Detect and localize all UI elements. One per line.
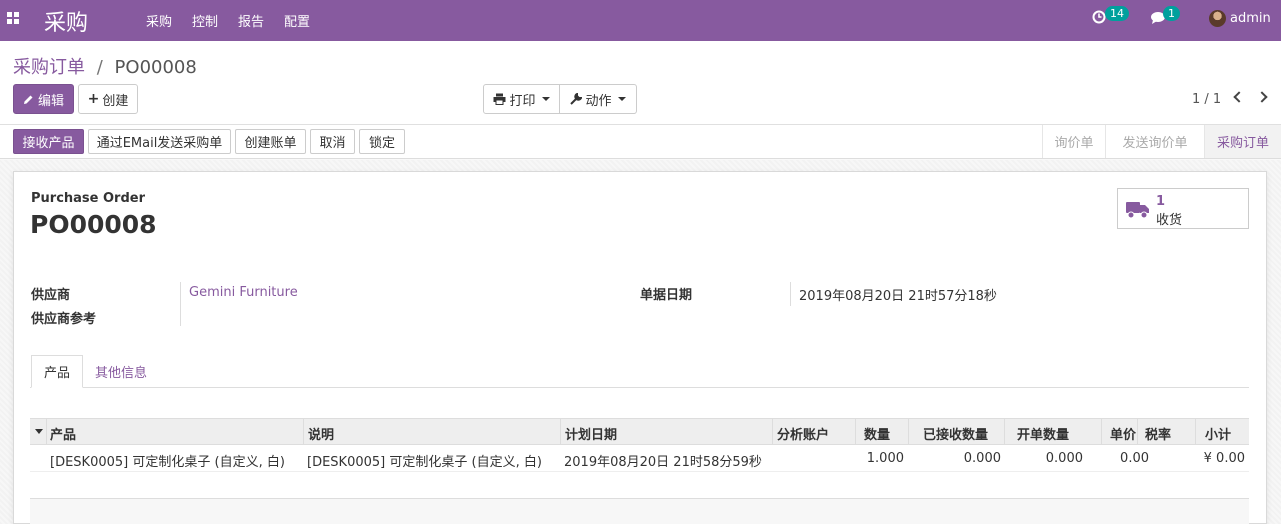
apps-grid-icon[interactable]: [7, 12, 20, 25]
tab-products[interactable]: 产品: [31, 355, 83, 388]
chevron-down-icon: [541, 97, 550, 101]
status-bar: 接收产品 通过EMail发送采购单 创建账单 取消 锁定 询价单 发送询价单 采…: [0, 125, 1281, 159]
chevron-left-icon[interactable]: [1233, 91, 1245, 103]
breadcrumb-parent[interactable]: 采购订单: [13, 57, 85, 78]
field-divider: [790, 282, 791, 306]
create-bill-button[interactable]: 创建账单: [235, 129, 306, 154]
print-dropdown[interactable]: 打印: [483, 84, 560, 114]
breadcrumb: 采购订单 / PO00008: [13, 53, 197, 79]
col-planned-date[interactable]: 计划日期: [565, 424, 617, 443]
vendor-value[interactable]: Gemini Furniture: [189, 285, 298, 300]
pager-value[interactable]: 1 / 1: [1192, 92, 1221, 107]
edit-label: 编辑: [37, 93, 64, 109]
field-divider: [180, 282, 181, 326]
table-header: 产品 说明 计划日期 分析账户 数量 已接收数量 开单数量 单价 税率 小计: [30, 418, 1249, 445]
stage-rfq-sent[interactable]: 发送询价单: [1106, 125, 1204, 158]
send-po-email-button[interactable]: 通过EMail发送采购单: [88, 129, 231, 154]
document-name: PO00008: [30, 210, 157, 239]
pencil-icon: [23, 95, 33, 104]
edit-button[interactable]: 编辑: [13, 84, 74, 114]
activity-badge: 14: [1105, 6, 1129, 21]
cell-quantity: 1.000: [866, 451, 904, 466]
tab-other-info[interactable]: 其他信息: [86, 355, 156, 388]
printer-icon: [493, 93, 506, 105]
column-divider: [1004, 419, 1005, 445]
messages-badge: 1: [1163, 6, 1180, 21]
sort-caret-icon[interactable]: [35, 429, 43, 434]
form-sheet: Purchase Order PO00008 1 收货 供应商 Gemini F…: [13, 171, 1267, 524]
truck-icon: [1126, 202, 1149, 219]
cell-planned-date: 2019年08月20日 21时58分59秒: [564, 455, 762, 470]
control-panel: 采购订单 / PO00008 编辑 + 创建 打印 动作 1 / 1: [0, 41, 1281, 125]
receipts-label: 收货: [1156, 213, 1183, 228]
vendor-label: 供应商: [31, 288, 71, 303]
lock-button[interactable]: 锁定: [359, 129, 405, 154]
table-footer: [30, 499, 1249, 524]
wrench-icon: [570, 93, 583, 105]
tabs-border: [30, 387, 1249, 388]
col-analytic-account[interactable]: 分析账户: [777, 424, 829, 443]
col-quantity[interactable]: 数量: [864, 424, 890, 443]
document-type: Purchase Order: [31, 191, 146, 206]
create-label: 创建: [102, 93, 129, 109]
col-taxes[interactable]: 税率: [1145, 424, 1171, 443]
action-dropdown[interactable]: 动作: [559, 84, 637, 114]
column-divider: [908, 419, 909, 445]
cell-billed-qty: 0.000: [1045, 451, 1083, 466]
column-divider: [46, 419, 47, 445]
column-divider: [1195, 419, 1196, 445]
menu-reporting[interactable]: 报告: [238, 11, 264, 30]
menu-purchase[interactable]: 采购: [146, 11, 172, 30]
clock-icon: [1092, 10, 1106, 24]
breadcrumb-separator: /: [96, 57, 103, 78]
col-description[interactable]: 说明: [308, 424, 334, 443]
cell-received-qty: 0.000: [963, 451, 1001, 466]
col-received-qty[interactable]: 已接收数量: [923, 424, 988, 443]
column-divider: [1101, 419, 1102, 445]
cell-subtotal: ¥ 0.00: [1203, 451, 1245, 466]
plus-icon: +: [87, 91, 100, 107]
receive-products-button[interactable]: 接收产品: [13, 129, 84, 154]
column-divider: [303, 419, 304, 445]
stage-purchase-order[interactable]: 采购订单: [1205, 125, 1281, 158]
cancel-button[interactable]: 取消: [310, 129, 355, 154]
user-name[interactable]: admin: [1230, 11, 1271, 26]
column-divider: [560, 419, 561, 445]
activity-button[interactable]: [1092, 10, 1106, 28]
receipts-smart-button[interactable]: 1 收货: [1117, 188, 1249, 229]
action-label: 动作: [585, 93, 612, 109]
col-product[interactable]: 产品: [50, 424, 76, 443]
column-divider: [855, 419, 856, 445]
column-divider: [772, 419, 773, 445]
cell-product: [DESK0005] 可定制化桌子 (自定义, 白): [50, 455, 285, 470]
vendor-reference-label: 供应商参考: [31, 312, 97, 327]
col-unit-price[interactable]: 单价: [1110, 424, 1136, 443]
column-divider: [1137, 419, 1138, 445]
menu-control[interactable]: 控制: [192, 11, 218, 30]
menu-configuration[interactable]: 配置: [284, 11, 310, 30]
col-subtotal[interactable]: 小计: [1205, 424, 1231, 443]
table-row[interactable]: [DESK0005] 可定制化桌子 (自定义, 白) [DESK0005] 可定…: [30, 445, 1249, 472]
receipts-count: 1: [1156, 194, 1166, 209]
create-button[interactable]: + 创建: [78, 84, 138, 114]
print-label: 打印: [509, 93, 536, 109]
stage-rfq[interactable]: 询价单: [1043, 125, 1105, 158]
order-date-label: 单据日期: [640, 288, 693, 303]
user-avatar[interactable]: [1209, 10, 1226, 27]
chevron-right-icon[interactable]: [1256, 91, 1268, 103]
order-date-value: 2019年08月20日 21时57分18秒: [799, 289, 997, 304]
cell-unit-price: 0.00: [1120, 451, 1149, 466]
chevron-down-icon: [617, 97, 626, 101]
breadcrumb-current: PO00008: [114, 57, 197, 78]
col-billed-qty[interactable]: 开单数量: [1017, 424, 1069, 443]
app-title: 采购: [44, 11, 89, 36]
top-navbar: 采购 采购 控制 报告 配置 14 1 admin: [0, 0, 1281, 41]
cell-description: [DESK0005] 可定制化桌子 (自定义, 白): [307, 455, 542, 470]
